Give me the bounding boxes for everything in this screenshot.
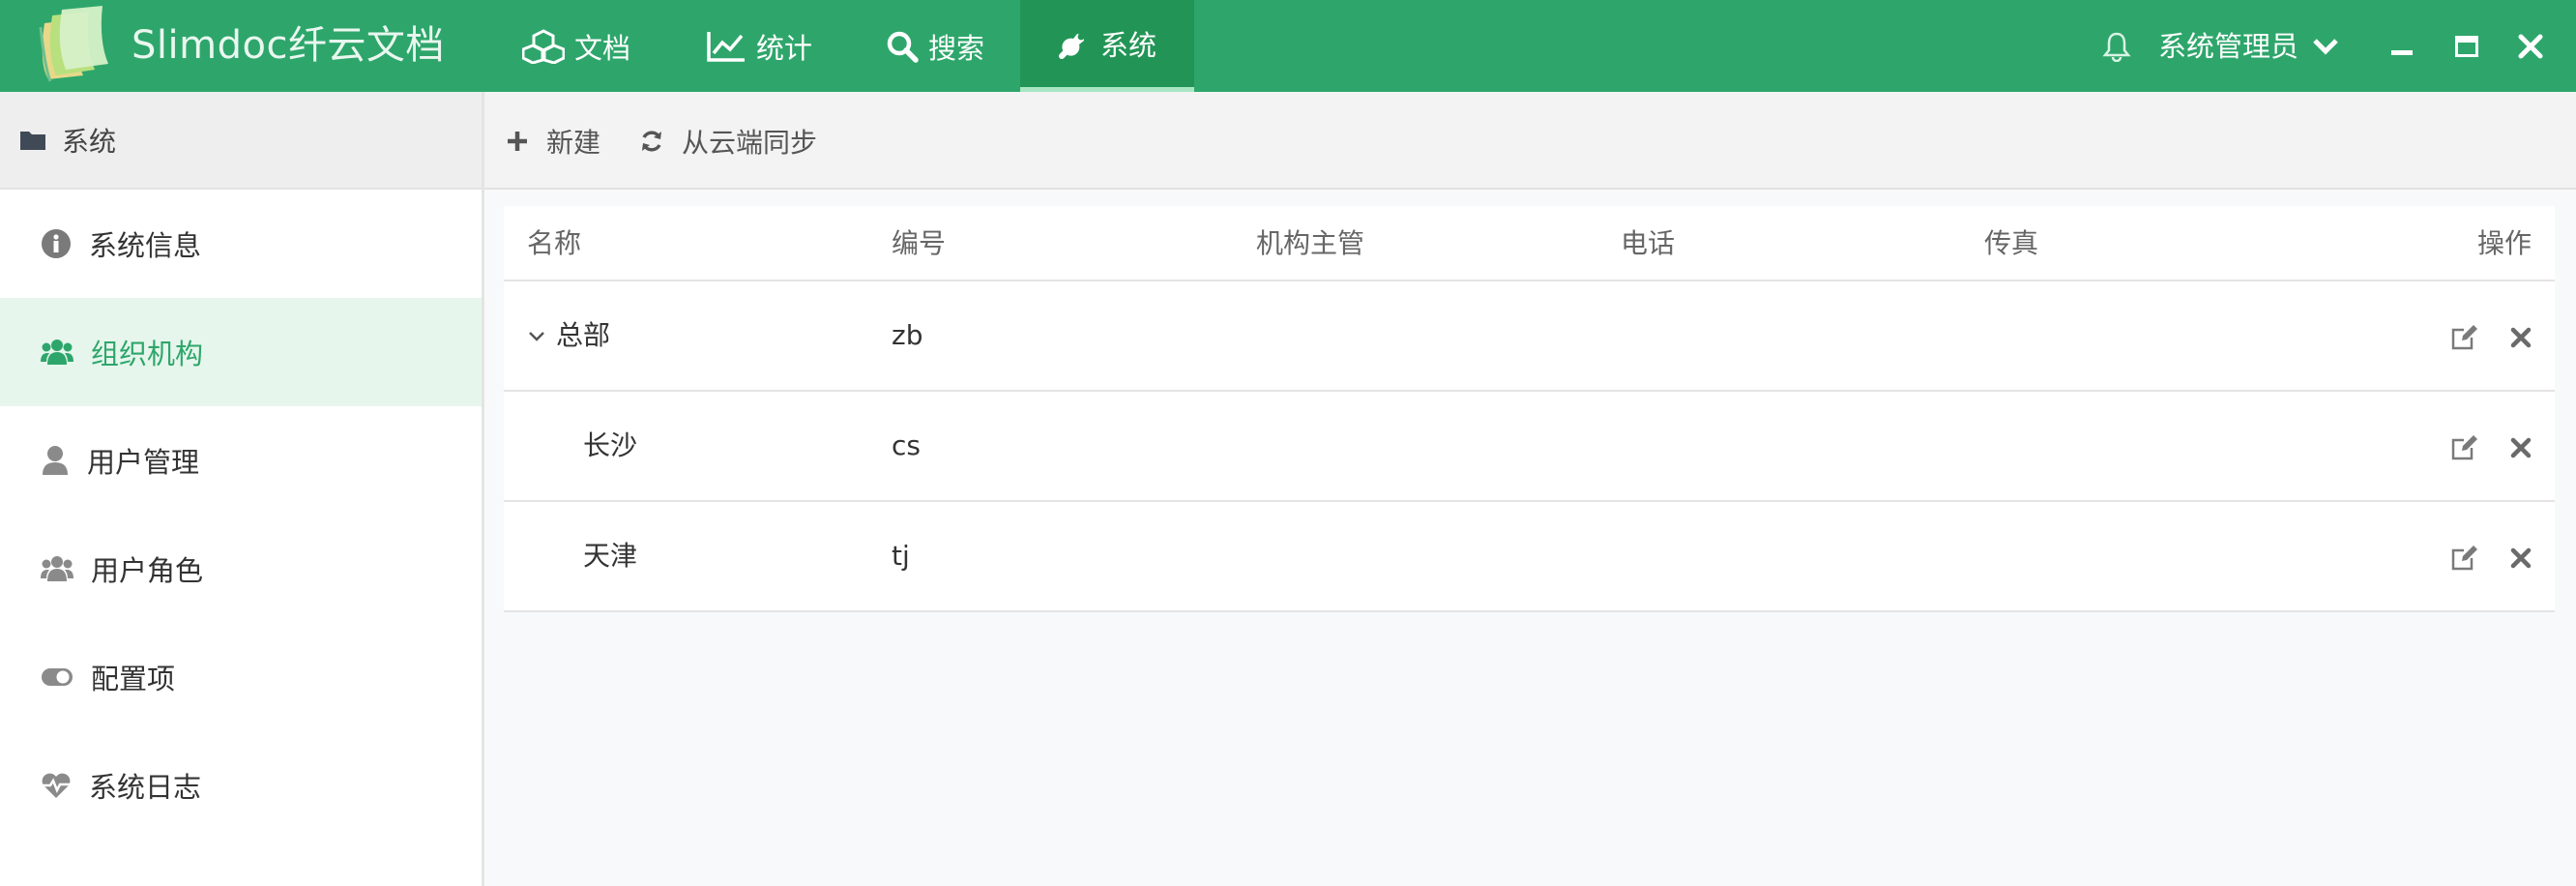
edit-icon [2451, 435, 2477, 460]
delete-icon [2510, 327, 2532, 348]
heartbeat-icon [42, 773, 71, 798]
cell-name: 天津 [583, 540, 638, 572]
chevron-down-icon[interactable] [527, 330, 546, 343]
folder-icon [20, 131, 45, 150]
sync-button-label: 从云端同步 [682, 127, 818, 159]
chevron-down-icon[interactable] [2311, 35, 2340, 58]
table-row[interactable]: 天津 tj [504, 502, 2555, 612]
line-chart-icon [707, 31, 745, 62]
cell-code: cs [892, 429, 921, 461]
users-icon [41, 340, 73, 365]
app-title: Slimdoc纤云文档 [132, 23, 445, 68]
delete-icon [2510, 547, 2532, 569]
edit-button[interactable] [2449, 322, 2480, 353]
column-header-name: 名称 [527, 227, 582, 259]
minimize-button[interactable] [2383, 27, 2421, 66]
tab-search[interactable]: 搜索 [886, 0, 1021, 92]
user-menu[interactable]: 系统管理员 [2158, 23, 2298, 70]
column-header-fax: 传真 [1984, 227, 2039, 259]
search-icon [887, 31, 919, 63]
cubes-icon [522, 28, 565, 64]
column-header-manager: 机构主管 [1256, 227, 1365, 259]
sidebar: 系统 系统信息 组织机构 用户管理 用户角色 配置项 系统日志 [0, 92, 484, 886]
new-button[interactable]: 新建 [506, 119, 600, 163]
sidebar-item-label: 用户角色 [91, 554, 204, 587]
maximize-button[interactable] [2447, 27, 2486, 66]
tab-documents-label: 文档 [574, 31, 631, 65]
app-logo-icon [39, 6, 108, 82]
edit-icon [2451, 546, 2477, 571]
cell-code: zb [892, 319, 923, 351]
delete-icon [2510, 437, 2532, 458]
close-icon [2518, 34, 2543, 59]
toolbar: 新建 从云端同步 [484, 92, 2576, 190]
sidebar-item-label: 系统日志 [89, 771, 202, 804]
organization-table: 名称 编号 机构主管 电话 传真 操作 总部 zb 长沙 cs 天津 tj [504, 206, 2555, 706]
sidebar-header: 系统 [0, 92, 482, 190]
table-row[interactable]: 长沙 cs [504, 392, 2555, 502]
sidebar-item-user-management[interactable]: 用户管理 [0, 406, 482, 515]
table-header: 名称 编号 机构主管 电话 传真 操作 [504, 206, 2555, 281]
sidebar-item-system-info[interactable]: 系统信息 [0, 190, 482, 298]
cell-code: tj [892, 540, 910, 572]
delete-button[interactable] [2505, 543, 2536, 574]
cell-name: 长沙 [583, 429, 638, 461]
main-content: 新建 从云端同步 名称 编号 机构主管 电话 传真 操作 总部 zb 长沙 cs… [484, 92, 2576, 886]
close-button[interactable] [2511, 27, 2550, 66]
column-header-code: 编号 [892, 227, 947, 259]
new-button-label: 新建 [546, 127, 601, 159]
column-header-actions: 操作 [2477, 227, 2532, 259]
sidebar-title: 系统 [62, 125, 117, 158]
bell-icon[interactable] [2102, 31, 2131, 62]
refresh-icon [642, 131, 661, 152]
tab-statistics-label: 统计 [756, 31, 813, 65]
tab-search-label: 搜索 [928, 31, 985, 65]
cell-name: 总部 [556, 319, 611, 351]
wrench-icon [1058, 33, 1085, 59]
sidebar-item-label: 用户管理 [87, 446, 200, 479]
sidebar-item-system-log[interactable]: 系统日志 [0, 731, 482, 840]
table-row[interactable]: 总部 zb [504, 281, 2555, 392]
plus-icon [508, 132, 527, 151]
user-icon [43, 446, 68, 475]
tab-documents[interactable]: 文档 [522, 0, 658, 92]
delete-button[interactable] [2505, 432, 2536, 463]
sidebar-item-label: 组织机构 [91, 338, 204, 370]
tab-system[interactable]: 系统 [1020, 0, 1194, 92]
toggle-icon [42, 668, 73, 686]
top-bar: Slimdoc纤云文档 文档 统计 搜索 系统 系统管理员 [0, 0, 2576, 92]
sidebar-item-label: 配置项 [91, 663, 176, 695]
sidebar-item-organization[interactable]: 组织机构 [0, 298, 482, 406]
edit-icon [2451, 325, 2477, 350]
minimize-icon [2391, 50, 2413, 55]
info-circle-icon [42, 229, 71, 258]
delete-button[interactable] [2505, 322, 2536, 353]
user-group-icon [41, 556, 73, 581]
column-header-phone: 电话 [1621, 227, 1676, 259]
sidebar-item-label: 系统信息 [89, 229, 202, 262]
sidebar-item-config[interactable]: 配置项 [0, 623, 482, 731]
tab-system-label: 系统 [1099, 29, 1156, 62]
maximize-icon [2455, 36, 2478, 57]
edit-button[interactable] [2449, 432, 2480, 463]
sync-from-cloud-button[interactable]: 从云端同步 [639, 119, 817, 163]
sidebar-item-user-roles[interactable]: 用户角色 [0, 515, 482, 623]
edit-button[interactable] [2449, 543, 2480, 574]
tab-statistics[interactable]: 统计 [706, 0, 861, 92]
